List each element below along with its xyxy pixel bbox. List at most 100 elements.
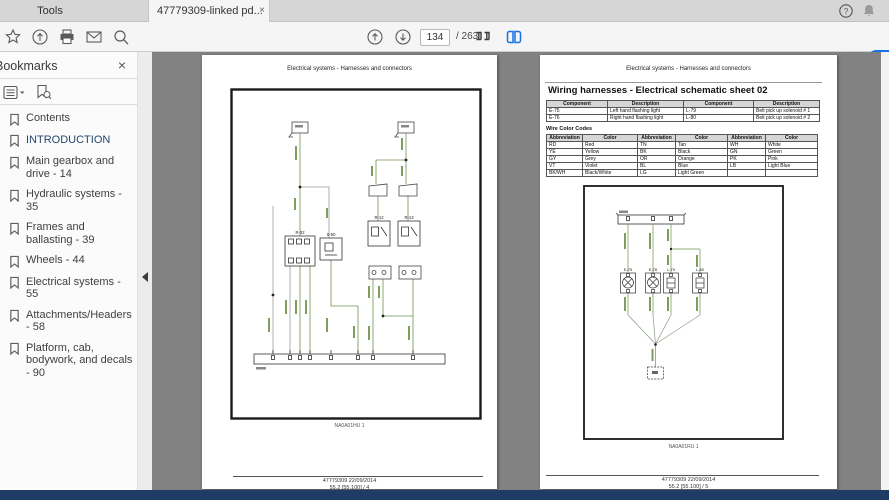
table-cell: Green xyxy=(766,149,818,156)
bookmark-icon xyxy=(9,189,20,202)
table-cell: White xyxy=(766,142,818,149)
column-header: Component xyxy=(684,101,754,108)
table-cell xyxy=(728,170,766,177)
favorites-star-icon[interactable] xyxy=(4,28,22,46)
column-header: Color xyxy=(766,135,818,142)
connector-shells xyxy=(369,184,421,279)
footer-rule xyxy=(233,476,483,477)
table-cell: Belt pick up solenoid # 1 xyxy=(754,108,820,115)
page-number-input[interactable] xyxy=(420,29,450,46)
schematic-drawing-left: R-32 S-50 R-12 R-13 xyxy=(230,88,482,420)
bell-icon[interactable] xyxy=(861,3,877,19)
bookmark-options-icon[interactable] xyxy=(3,85,25,100)
bookmarks-panel: Bookmarks × Contents xyxy=(0,52,137,490)
table-cell: LB xyxy=(728,163,766,170)
connector-symbol xyxy=(289,122,414,137)
table-cell: GN xyxy=(728,149,766,156)
bookmark-item[interactable]: Attachments/Headers - 58 xyxy=(0,305,137,338)
bookmarks-list: Contents INTRODUCTION Main gearbox and d… xyxy=(0,108,137,383)
footer-doc-number: 47779309 22/09/2014 xyxy=(202,478,497,484)
expand-current-bookmark-icon[interactable] xyxy=(35,84,52,100)
table-cell: LG xyxy=(638,170,676,177)
table-cell: PK xyxy=(728,156,766,163)
next-page-icon[interactable] xyxy=(394,28,412,46)
table-cell: OR xyxy=(638,156,676,163)
bookmark-label: Wheels - 44 xyxy=(26,254,85,268)
harness-strip xyxy=(254,350,445,364)
bookmark-item[interactable]: Contents xyxy=(0,108,137,130)
bookmark-item[interactable]: Electrical systems - 55 xyxy=(0,272,137,305)
table-cell: BK/WH xyxy=(547,170,583,177)
taskbar-strip xyxy=(0,490,889,500)
bookmark-icon xyxy=(9,309,20,322)
table-row: E-75Left hand flashing lightL-79Belt pic… xyxy=(547,108,820,115)
table-cell: L-79 xyxy=(684,108,754,115)
column-header: Description xyxy=(754,101,820,108)
bookmark-item[interactable]: INTRODUCTION xyxy=(0,130,137,152)
table-row: GYGreyOROrangePKPink xyxy=(547,156,818,163)
tab-close-icon[interactable]: × xyxy=(259,0,265,22)
table-cell: Pink xyxy=(766,156,818,163)
wire-color-codes-table: AbbreviationColorAbbreviationColorAbbrev… xyxy=(546,134,818,177)
bookmark-label: Electrical systems - 55 xyxy=(26,276,133,301)
bookmark-item[interactable]: Hydraulic systems - 35 xyxy=(0,184,137,217)
previous-page-icon[interactable] xyxy=(366,28,384,46)
table-row: E-76Right hand flashing lightL-80Belt pi… xyxy=(547,115,820,122)
bookmark-label: Contents xyxy=(26,112,70,126)
zoom-search-icon[interactable] xyxy=(112,28,130,46)
section-title: Wiring harnesses - Electrical schematic … xyxy=(548,85,768,96)
bookmark-item[interactable]: Wheels - 44 xyxy=(0,250,137,272)
bookmark-icon xyxy=(9,113,20,126)
svg-text:?: ? xyxy=(844,7,849,16)
collapse-panel-icon[interactable] xyxy=(142,272,148,282)
column-header: Color xyxy=(583,135,638,142)
share-upload-icon[interactable] xyxy=(31,28,49,46)
table-cell: TN xyxy=(638,142,676,149)
bookmarks-toolbar xyxy=(3,83,52,101)
email-icon[interactable] xyxy=(85,28,103,46)
tab-document[interactable]: 47779309-linked pd... × xyxy=(148,0,270,22)
vertical-scrollbar[interactable] xyxy=(881,52,889,490)
divider xyxy=(0,78,137,79)
bookmark-icon xyxy=(9,134,20,147)
table-cell: Left hand flashing light xyxy=(608,108,684,115)
relay-label: R-32 xyxy=(295,230,305,235)
table-cell: E-75 xyxy=(547,108,608,115)
page-header: Electrical systems - Harnesses and conne… xyxy=(202,66,497,72)
table-row: BK/WHBlack/WhiteLGLight Green xyxy=(547,170,818,177)
table-cell: Black xyxy=(676,149,728,156)
tab-tools[interactable]: Tools xyxy=(0,0,100,22)
table-cell: Belt pick up solenoid # 2 xyxy=(754,115,820,122)
drawing-caption: NA0A01RU 1 xyxy=(583,444,784,450)
relay-label: R-13 xyxy=(404,215,414,220)
bookmark-item[interactable]: Platform, cab, bodywork, and decals - 90 xyxy=(0,338,137,384)
bookmark-item[interactable]: Frames and ballasting - 39 xyxy=(0,217,137,250)
two-page-view-icon[interactable] xyxy=(505,28,523,46)
table-cell xyxy=(766,170,818,177)
table-cell: WH xyxy=(728,142,766,149)
bookmark-label: Hydraulic systems - 35 xyxy=(26,188,133,213)
divider xyxy=(545,82,822,83)
bookmark-icon xyxy=(9,222,20,235)
table-cell: BK xyxy=(638,149,676,156)
table-cell: Violet xyxy=(583,163,638,170)
relay-boxes xyxy=(285,221,420,266)
bookmark-icon xyxy=(9,342,20,355)
bookmarks-close-icon[interactable]: × xyxy=(118,57,126,73)
bookmark-item[interactable]: Main gearbox and drive - 14 xyxy=(0,151,137,184)
lamp-symbol-e75 xyxy=(621,273,636,293)
harness-strip xyxy=(616,213,686,224)
help-icon[interactable]: ? xyxy=(838,3,854,19)
relay-label: R-12 xyxy=(374,215,384,220)
panel-resize-gutter[interactable] xyxy=(137,52,152,490)
bookmark-icon xyxy=(9,255,20,268)
table-row: RDRedTNTanWHWhite xyxy=(547,142,818,149)
toolbar: / 263 xyxy=(0,22,889,52)
table-cell: YE xyxy=(547,149,583,156)
organize-pages-icon[interactable] xyxy=(474,28,492,46)
bookmark-label: Attachments/Headers - 58 xyxy=(26,309,133,334)
table-cell: Light Blue xyxy=(766,163,818,170)
table-row: YEYellowBKBlackGNGreen xyxy=(547,149,818,156)
table-cell: Black/White xyxy=(583,170,638,177)
print-icon[interactable] xyxy=(58,28,76,46)
